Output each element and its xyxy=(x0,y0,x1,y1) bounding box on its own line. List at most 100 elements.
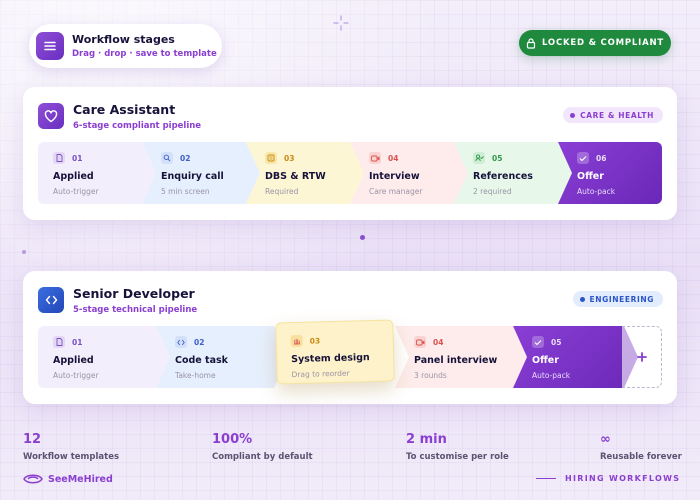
menu-button[interactable] xyxy=(36,32,64,60)
hand-icon xyxy=(290,334,303,348)
check-icon xyxy=(532,336,544,348)
id-card-icon xyxy=(265,152,277,164)
stage-number: 02 xyxy=(180,153,191,163)
menu-icon xyxy=(44,41,56,51)
stat-value: ∞ xyxy=(600,432,611,447)
stat-customise: 2 min To customise per role xyxy=(406,432,509,462)
stage-number: 03 xyxy=(309,335,321,346)
stat-value: 100% xyxy=(212,432,253,447)
stage-number: 05 xyxy=(551,337,562,347)
plus-icon xyxy=(637,352,647,362)
decorative-dot xyxy=(22,250,26,254)
stage-name: Applied xyxy=(53,355,94,366)
stage-description: Care manager xyxy=(369,187,423,196)
stage-name: Enquiry call xyxy=(161,171,224,182)
workflow-subtitle: 6-stage compliant pipeline xyxy=(73,121,202,131)
sparkle-icon xyxy=(333,15,349,31)
stage-name: System design xyxy=(291,352,370,366)
stage-number: 03 xyxy=(284,153,295,163)
stage-description: 3 rounds xyxy=(414,371,447,380)
stage-description: 5 min screen xyxy=(161,187,210,196)
locked-badge-label: LOCKED & COMPLIANT xyxy=(542,38,664,48)
stage-applied[interactable]: 01 Applied Auto-trigger xyxy=(38,326,170,388)
stage-description: 2 required xyxy=(473,187,512,196)
category-tag-label: ENGINEERING xyxy=(589,294,654,304)
dragged-stage-system-design[interactable]: 03 System design Drag to reorder xyxy=(275,319,395,385)
workflow-icon-box xyxy=(38,103,64,129)
category-tag-label: CARE & HEALTH xyxy=(580,110,654,120)
stage-dbs-rtw[interactable]: 03 DBS & RTW Required xyxy=(246,142,364,204)
stage-name: Panel interview xyxy=(414,355,498,366)
code-icon xyxy=(175,336,187,348)
stage-code-task[interactable]: 02 Code task Take-home xyxy=(156,326,288,388)
stat-compliant: 100% Compliant by default xyxy=(212,432,313,462)
stage-description: Drag to reorder xyxy=(291,368,350,380)
search-icon xyxy=(161,152,173,164)
stage-description: Auto-trigger xyxy=(53,187,99,196)
stat-value: 2 min xyxy=(406,432,447,447)
header-title: Workflow stages xyxy=(72,33,175,46)
stage-number: 04 xyxy=(388,153,399,163)
stage-description: Auto-pack xyxy=(532,371,571,380)
header-subtitle: Drag · drop · save to template xyxy=(72,49,217,59)
stage-name: Interview xyxy=(369,171,420,182)
divider-line xyxy=(536,477,556,480)
workflow-title: Senior Developer xyxy=(73,286,195,301)
stage-description: Auto-pack xyxy=(577,187,616,196)
stat-value: 12 xyxy=(23,432,42,447)
stage-number: 02 xyxy=(194,337,205,347)
stat-label: To customise per role xyxy=(406,452,509,462)
workflow-subtitle: 5-stage technical pipeline xyxy=(73,305,198,315)
stage-references[interactable]: 05 References 2 required xyxy=(454,142,572,204)
stage-number: 01 xyxy=(72,153,83,163)
footer-tagline: HIRING WORKFLOWS xyxy=(536,474,680,483)
workflow-title: Care Assistant xyxy=(73,102,176,117)
stage-name: DBS & RTW xyxy=(265,171,326,182)
category-tag: CARE & HEALTH xyxy=(563,107,663,123)
check-icon xyxy=(577,152,589,164)
tagline-text: HIRING WORKFLOWS xyxy=(565,474,681,483)
video-icon xyxy=(414,336,426,348)
stage-offer[interactable]: 06 Offer Auto-pack xyxy=(558,142,662,204)
pipeline-care-assistant: 01 Applied Auto-trigger 02 Enquiry call … xyxy=(38,142,662,204)
stage-name: Code task xyxy=(175,355,228,366)
stat-reusable: ∞ Reusable forever xyxy=(600,432,682,462)
video-icon xyxy=(369,152,381,164)
add-stage-button[interactable] xyxy=(622,326,662,388)
decorative-dot xyxy=(360,235,365,240)
document-icon xyxy=(53,152,65,164)
stage-panel-interview[interactable]: 04 Panel interview 3 rounds xyxy=(395,326,527,388)
stage-description: Auto-trigger xyxy=(53,371,99,380)
stat-templates: 12 Workflow templates xyxy=(23,432,119,462)
category-tag: ENGINEERING xyxy=(572,291,663,307)
stat-label: Reusable forever xyxy=(600,452,682,462)
stage-name: Offer xyxy=(577,171,604,182)
tag-dot xyxy=(570,112,576,118)
stage-number: 05 xyxy=(492,153,503,163)
lock-icon xyxy=(526,37,536,49)
stage-offer[interactable]: 05 Offer Auto-pack xyxy=(513,326,638,388)
stage-enquiry-call[interactable]: 02 Enquiry call 5 min screen xyxy=(142,142,260,204)
brand-name: SeeMeHired xyxy=(48,473,113,485)
stage-description: Required xyxy=(265,187,299,196)
stat-label: Workflow templates xyxy=(23,452,120,462)
code-icon xyxy=(45,295,57,305)
locked-compliant-badge[interactable]: LOCKED & COMPLIANT xyxy=(519,30,671,56)
stage-number: 06 xyxy=(596,153,607,163)
user-check-icon xyxy=(473,152,485,164)
tag-dot xyxy=(579,296,585,302)
stage-interview[interactable]: 04 Interview Care manager xyxy=(350,142,468,204)
stage-number: 04 xyxy=(433,337,444,347)
heart-icon xyxy=(44,109,58,122)
stage-description: Take-home xyxy=(175,371,216,380)
brand-logo[interactable]: SeeMeHired xyxy=(23,472,113,486)
stage-name: Offer xyxy=(532,355,559,366)
stage-name: References xyxy=(473,171,533,182)
document-icon xyxy=(53,336,65,348)
workflow-stages-header: Workflow stages Drag · drop · save to te… xyxy=(29,24,222,68)
stage-applied[interactable]: 01 Applied Auto-trigger xyxy=(38,142,156,204)
stage-name: Applied xyxy=(53,171,94,182)
workflow-icon-box xyxy=(38,287,64,313)
stat-label: Compliant by default xyxy=(212,452,313,462)
stage-number: 01 xyxy=(72,337,83,347)
